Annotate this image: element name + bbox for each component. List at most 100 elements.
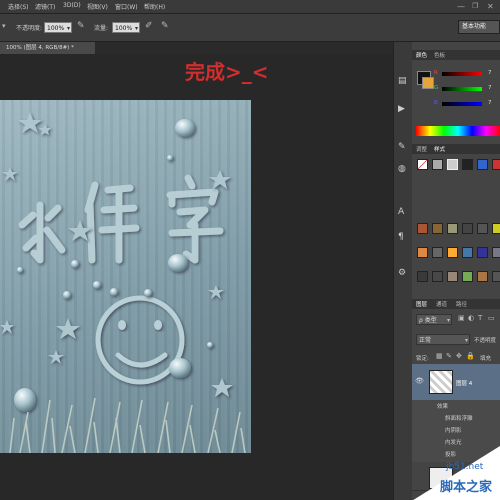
- style-swatch[interactable]: [432, 159, 443, 170]
- options-bar: ▾ 不透明度: 100% ▾ ✎ 流量: 100% ▾ ✐ ✎ 基本功能: [0, 14, 500, 42]
- lock-transparent-icon[interactable]: ▦: [436, 352, 443, 360]
- flow-label: 流量:: [94, 25, 109, 32]
- style-swatch[interactable]: [447, 271, 458, 282]
- channel-b-value[interactable]: 7: [488, 100, 492, 106]
- actions-icon[interactable]: ▶: [398, 104, 405, 114]
- watermark-brand: 脚本之家: [440, 480, 493, 495]
- minimize-icon[interactable]: —: [457, 2, 465, 11]
- effect-bevel-emboss[interactable]: 斜面和浮雕: [445, 414, 473, 422]
- style-swatch[interactable]: [492, 271, 500, 282]
- style-swatch[interactable]: [492, 223, 500, 234]
- history-icon[interactable]: ▤: [398, 76, 407, 86]
- channel-g-value[interactable]: 7: [488, 85, 492, 91]
- pressure-opacity-icon[interactable]: ✎: [77, 21, 85, 31]
- style-swatch[interactable]: [492, 159, 500, 170]
- right-panels: 颜色 色板 R 7 G 7 B 7 调整 样式 图层 通道 路径 ρ 类型 ▾ …: [412, 42, 500, 500]
- close-icon[interactable]: ✕: [487, 2, 494, 11]
- style-swatch[interactable]: [432, 271, 443, 282]
- airbrush-icon[interactable]: ✐: [145, 21, 153, 31]
- style-swatch[interactable]: [492, 247, 500, 258]
- visibility-eye-icon[interactable]: 👁: [415, 377, 424, 385]
- style-swatch[interactable]: [477, 159, 488, 170]
- green-slider[interactable]: [442, 87, 482, 91]
- layer-filter-select[interactable]: ρ 类型 ▾: [416, 314, 452, 325]
- background-color-swatch[interactable]: [422, 77, 434, 89]
- tab-swatches[interactable]: 色板: [434, 51, 445, 59]
- style-swatch[interactable]: [462, 271, 473, 282]
- flow-input[interactable]: 100% ▾: [112, 22, 140, 33]
- channel-r-label: R: [434, 70, 438, 76]
- workspace-switcher[interactable]: 基本功能: [458, 20, 500, 34]
- filter-adjustment-icon[interactable]: ◐: [468, 314, 474, 322]
- lock-pixels-icon[interactable]: ✎: [446, 352, 452, 360]
- style-swatch[interactable]: [447, 247, 458, 258]
- tab-layers[interactable]: 图层: [416, 300, 427, 308]
- blue-slider[interactable]: [442, 102, 482, 106]
- tab-paths[interactable]: 路径: [456, 300, 467, 308]
- style-swatch[interactable]: [462, 247, 473, 258]
- menu-help[interactable]: 帮助(H): [144, 2, 165, 11]
- tab-channels[interactable]: 通道: [436, 300, 447, 308]
- styles-panel-tabs: 调整 样式: [412, 144, 500, 154]
- style-swatch[interactable]: [477, 223, 488, 234]
- tool-presets-icon[interactable]: ⚙: [398, 268, 406, 278]
- paragraph-panel-icon[interactable]: ¶: [398, 232, 404, 242]
- style-swatch[interactable]: [417, 159, 428, 170]
- menu-filter[interactable]: 滤镜(T): [35, 2, 55, 11]
- layer-opacity-label: 不透明度: [474, 338, 497, 344]
- layers-panel-tabs: 图层 通道 路径: [412, 299, 500, 309]
- menu-bar: 选择(S) 滤镜(T) 3D(D) 视图(V) 窗口(W) 帮助(H) — ❐ …: [0, 0, 500, 14]
- filter-shape-icon[interactable]: ▭: [488, 314, 495, 322]
- tab-color[interactable]: 颜色: [416, 51, 427, 59]
- restore-icon[interactable]: ❐: [472, 2, 478, 10]
- red-slider[interactable]: [442, 72, 482, 76]
- document-tab[interactable]: 100% (图层 4, RGB/8#) *: [0, 42, 95, 54]
- menu-3d[interactable]: 3D(D): [63, 2, 81, 9]
- style-swatch[interactable]: [417, 247, 428, 258]
- effect-drop-shadow[interactable]: 投影: [445, 450, 456, 458]
- filter-type-icon[interactable]: T: [478, 314, 482, 322]
- style-swatch[interactable]: [477, 271, 488, 282]
- tab-adjustments[interactable]: 调整: [416, 145, 427, 153]
- channel-r-value[interactable]: 7: [488, 70, 492, 76]
- style-swatch[interactable]: [447, 223, 458, 234]
- brush-panel-icon[interactable]: ✎: [398, 142, 406, 152]
- layer-thumbnail: [429, 370, 453, 394]
- layer-name[interactable]: 图层 4: [456, 379, 472, 387]
- effect-inner-shadow[interactable]: 内阴影: [445, 426, 462, 434]
- effects-label[interactable]: 效果: [437, 402, 448, 410]
- style-swatch[interactable]: [417, 223, 428, 234]
- tab-styles[interactable]: 样式: [434, 145, 445, 153]
- pressure-size-icon[interactable]: ✎: [161, 21, 169, 31]
- style-swatch[interactable]: [432, 247, 443, 258]
- style-swatch[interactable]: [462, 159, 473, 170]
- character-panel-icon[interactable]: A: [398, 207, 404, 217]
- style-swatch[interactable]: [417, 271, 428, 282]
- style-swatch[interactable]: [477, 247, 488, 258]
- fill-label: 填充: [480, 356, 492, 362]
- document-canvas[interactable]: [0, 100, 251, 453]
- opacity-input[interactable]: 100% ▾: [44, 22, 72, 33]
- menu-select[interactable]: 选择(S): [8, 2, 29, 11]
- ice-text-artwork: [0, 112, 246, 453]
- color-panel-tabs: 颜色 色板: [412, 50, 500, 60]
- layer-row-selected[interactable]: 👁 图层 4: [412, 364, 500, 401]
- menu-window[interactable]: 窗口(W): [115, 2, 138, 11]
- menu-view[interactable]: 视图(V): [87, 2, 108, 11]
- done-annotation: 完成>_<: [185, 60, 269, 84]
- effect-inner-glow[interactable]: 内发光: [445, 438, 462, 446]
- filter-pixel-icon[interactable]: ▣: [458, 314, 465, 322]
- lock-position-icon[interactable]: ✥: [456, 352, 462, 360]
- clone-source-icon[interactable]: ◍: [398, 164, 406, 174]
- style-swatch[interactable]: [447, 159, 458, 170]
- lock-label: 锁定:: [416, 356, 429, 362]
- style-swatch[interactable]: [462, 223, 473, 234]
- style-swatch[interactable]: [432, 223, 443, 234]
- channel-b-label: B: [434, 100, 438, 106]
- lock-all-icon[interactable]: 🔒: [466, 352, 475, 360]
- brush-preset-caret-icon[interactable]: ▾: [2, 22, 6, 30]
- opacity-label: 不透明度:: [16, 25, 43, 32]
- panel-icon-strip: ▤ ▶ ✎ ◍ A ¶ ⚙: [393, 42, 412, 500]
- blend-mode-select[interactable]: 正常 ▾: [416, 334, 470, 345]
- color-spectrum-ramp[interactable]: [416, 126, 500, 136]
